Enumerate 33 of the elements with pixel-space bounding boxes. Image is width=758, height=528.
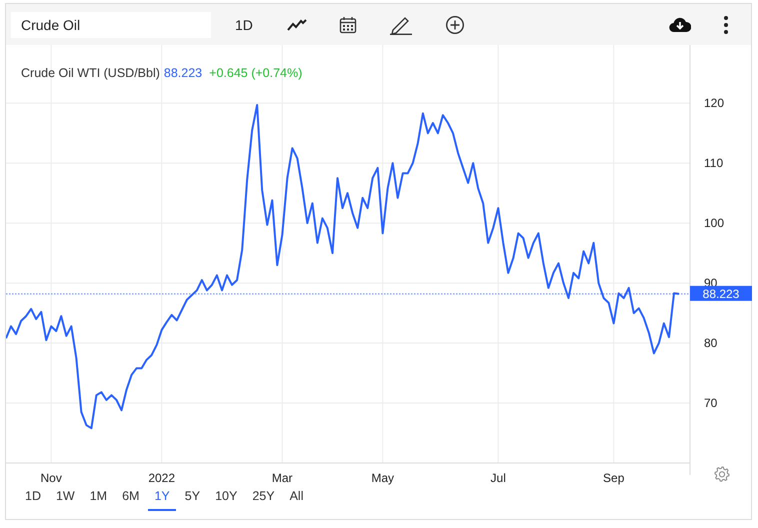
cloud-download-icon[interactable] [669, 16, 691, 32]
last-price: 88.223 [164, 66, 202, 80]
y-axis-label: 100 [704, 216, 724, 230]
x-axis-label: Sep [603, 471, 624, 485]
time-range-tab[interactable]: 25Y [246, 485, 281, 511]
x-axis-label: May [371, 471, 394, 485]
calendar-icon[interactable] [338, 16, 357, 34]
x-axis-label: Nov [40, 471, 62, 485]
price-tag: 88.223 [690, 286, 752, 301]
time-range-tab[interactable]: 1Y [148, 485, 176, 511]
price-change: +0.645 (+0.74%) [209, 66, 302, 80]
y-axis-label: 80 [704, 336, 718, 350]
add-circle-icon[interactable] [444, 14, 465, 34]
y-axis-label: 70 [704, 396, 718, 410]
time-range-tab[interactable]: 1M [84, 485, 114, 511]
time-range-tab[interactable]: All [284, 485, 310, 511]
line-chart-icon[interactable] [286, 18, 307, 32]
interval-button[interactable]: 1D [235, 16, 253, 32]
x-axis-label: Jul [490, 471, 506, 485]
time-range-tab[interactable]: 5Y [178, 485, 206, 511]
time-range-tab[interactable]: 6M [116, 485, 146, 511]
time-range-tab[interactable]: 1D [19, 485, 47, 511]
time-range-tab[interactable]: 10Y [209, 485, 244, 511]
settings-icon[interactable] [714, 466, 730, 482]
pencil-icon[interactable] [388, 14, 413, 34]
time-range-tab[interactable]: 1W [50, 485, 81, 511]
search-field[interactable]: Crude Oil [11, 12, 211, 38]
y-axis-label: 120 [704, 96, 724, 110]
x-axis-label: Mar [272, 471, 293, 485]
x-axis-label: 2022 [148, 471, 176, 485]
more-options-icon[interactable] [723, 14, 729, 34]
y-axis-label: 110 [704, 156, 724, 170]
instrument-name: Crude Oil WTI (USD/Bbl) [21, 66, 160, 80]
